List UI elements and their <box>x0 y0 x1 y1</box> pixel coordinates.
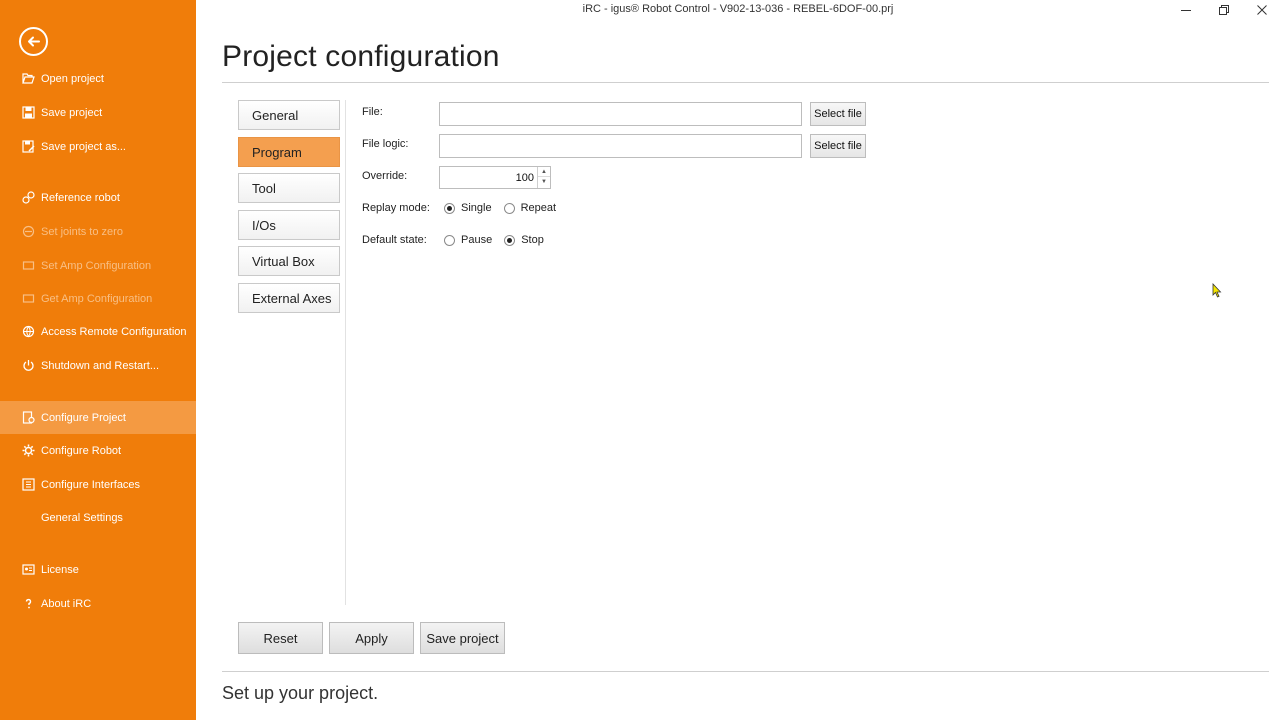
sidebar-item-reference-robot[interactable]: Reference robot <box>0 181 196 214</box>
sidebar-item-general-settings[interactable]: General Settings <box>0 501 196 534</box>
sidebar-item-get-amp-configuration[interactable]: Get Amp Configuration <box>0 282 196 315</box>
replay-single-option[interactable]: Single <box>444 202 492 214</box>
radio-label: Single <box>461 202 492 214</box>
amp-config-icon <box>21 259 35 273</box>
radio-pause[interactable] <box>444 234 455 246</box>
tab-external-axes[interactable]: External Axes <box>238 283 340 313</box>
radio-label: Pause <box>461 234 493 246</box>
footer-description: Set up your project. <box>222 683 379 703</box>
license-icon <box>21 563 35 577</box>
sidebar: Open project Save project Save project a… <box>0 0 196 720</box>
restore-icon[interactable] <box>1214 2 1234 18</box>
page-title: Project configuration <box>222 40 500 73</box>
sidebar-item-label: Set joints to zero <box>41 225 123 238</box>
override-value: 100 <box>515 172 534 184</box>
select-file-button[interactable]: Select file <box>810 102 866 126</box>
joints-zero-icon <box>21 225 35 239</box>
tab-virtual-box[interactable]: Virtual Box <box>238 246 340 276</box>
state-pause-option[interactable]: Pause <box>444 234 492 246</box>
sidebar-item-label: Configure Project <box>41 411 126 424</box>
sidebar-item-about-irc[interactable]: About iRC <box>0 587 196 620</box>
reset-button[interactable]: Reset <box>238 622 323 654</box>
sidebar-item-label: Save project as... <box>41 140 126 153</box>
sidebar-item-save-project[interactable]: Save project <box>0 96 196 129</box>
default-state-label: Default state: <box>362 234 427 246</box>
sidebar-item-open-project[interactable]: Open project <box>0 62 196 95</box>
open-folder-icon <box>21 72 35 86</box>
radio-label: Stop <box>521 234 544 246</box>
sidebar-item-label: Reference robot <box>41 191 120 204</box>
config-tabs: General Program Tool I/Os Virtual Box Ex… <box>238 100 346 605</box>
interfaces-icon <box>21 478 35 492</box>
sidebar-item-label: Get Amp Configuration <box>41 292 153 305</box>
override-stepper[interactable]: 100 ▲ ▼ <box>439 166 551 189</box>
blank-icon <box>21 511 35 525</box>
help-icon <box>21 597 35 611</box>
sidebar-item-configure-robot[interactable]: Configure Robot <box>0 434 196 467</box>
save-icon <box>21 106 35 120</box>
sidebar-item-label: Configure Interfaces <box>41 478 141 491</box>
power-icon <box>21 359 35 373</box>
sidebar-item-configure-interfaces[interactable]: Configure Interfaces <box>0 468 196 501</box>
tab-program[interactable]: Program <box>238 137 340 167</box>
sidebar-item-label: Access Remote Configuration <box>41 325 187 338</box>
sidebar-item-label: Set Amp Configuration <box>41 259 152 272</box>
sidebar-item-label: Open project <box>41 72 104 85</box>
radio-stop[interactable] <box>504 234 516 246</box>
footer-divider <box>222 671 1269 672</box>
sidebar-item-label: Save project <box>41 106 103 119</box>
amp-config-icon <box>21 292 35 306</box>
sidebar-item-license[interactable]: License <box>0 553 196 586</box>
replay-repeat-option[interactable]: Repeat <box>503 202 557 214</box>
close-icon[interactable] <box>1252 2 1272 18</box>
radio-single[interactable] <box>444 202 455 214</box>
replay-mode-label: Replay mode: <box>362 202 430 214</box>
tab-tool[interactable]: Tool <box>238 173 340 203</box>
sidebar-item-set-joints-to-zero[interactable]: Set joints to zero <box>0 215 196 248</box>
sidebar-item-configure-project[interactable]: Configure Project <box>0 401 196 434</box>
sidebar-item-label: License <box>41 563 79 576</box>
file-logic-input[interactable] <box>439 134 802 158</box>
replay-mode-group: Single Repeat <box>444 202 568 214</box>
radio-label: Repeat <box>520 202 557 214</box>
sidebar-item-label: Shutdown and Restart... <box>41 359 160 372</box>
tab-ios[interactable]: I/Os <box>238 210 340 240</box>
sidebar-item-label: About iRC <box>41 597 92 610</box>
select-file-logic-button[interactable]: Select file <box>810 134 866 158</box>
window-title: iRC - igus® Robot Control - V902-13-036 … <box>582 3 894 15</box>
override-label: Override: <box>362 170 408 182</box>
sidebar-item-set-amp-configuration[interactable]: Set Amp Configuration <box>0 249 196 282</box>
stepper-buttons: ▲ ▼ <box>537 167 550 188</box>
sidebar-item-access-remote-configuration[interactable]: Access Remote Configuration <box>0 315 196 348</box>
mouse-cursor-icon <box>1212 282 1222 298</box>
remote-config-icon <box>21 325 35 339</box>
file-label: File: <box>362 106 383 118</box>
save-as-icon <box>21 140 35 154</box>
state-stop-option[interactable]: Stop <box>504 234 544 246</box>
project-config-icon <box>21 411 35 425</box>
file-input[interactable] <box>439 102 802 126</box>
stepper-up-icon[interactable]: ▲ <box>538 167 550 177</box>
sidebar-item-save-project-as[interactable]: Save project as... <box>0 130 196 163</box>
tab-general[interactable]: General <box>238 100 340 130</box>
apply-button[interactable]: Apply <box>329 622 414 654</box>
radio-repeat[interactable] <box>503 202 515 214</box>
default-state-group: Pause Stop <box>444 234 556 246</box>
save-project-button[interactable]: Save project <box>420 622 505 654</box>
minimize-icon[interactable] <box>1176 2 1196 18</box>
back-arrow-icon[interactable] <box>19 27 48 56</box>
reference-icon <box>21 191 35 205</box>
sidebar-item-shutdown-restart[interactable]: Shutdown and Restart... <box>0 349 196 382</box>
file-logic-label: File logic: <box>362 138 409 150</box>
stepper-down-icon[interactable]: ▼ <box>538 177 550 187</box>
title-divider <box>222 82 1269 83</box>
sidebar-item-label: Configure Robot <box>41 444 122 457</box>
sidebar-item-label: General Settings <box>41 511 123 524</box>
gear-icon <box>21 444 35 458</box>
